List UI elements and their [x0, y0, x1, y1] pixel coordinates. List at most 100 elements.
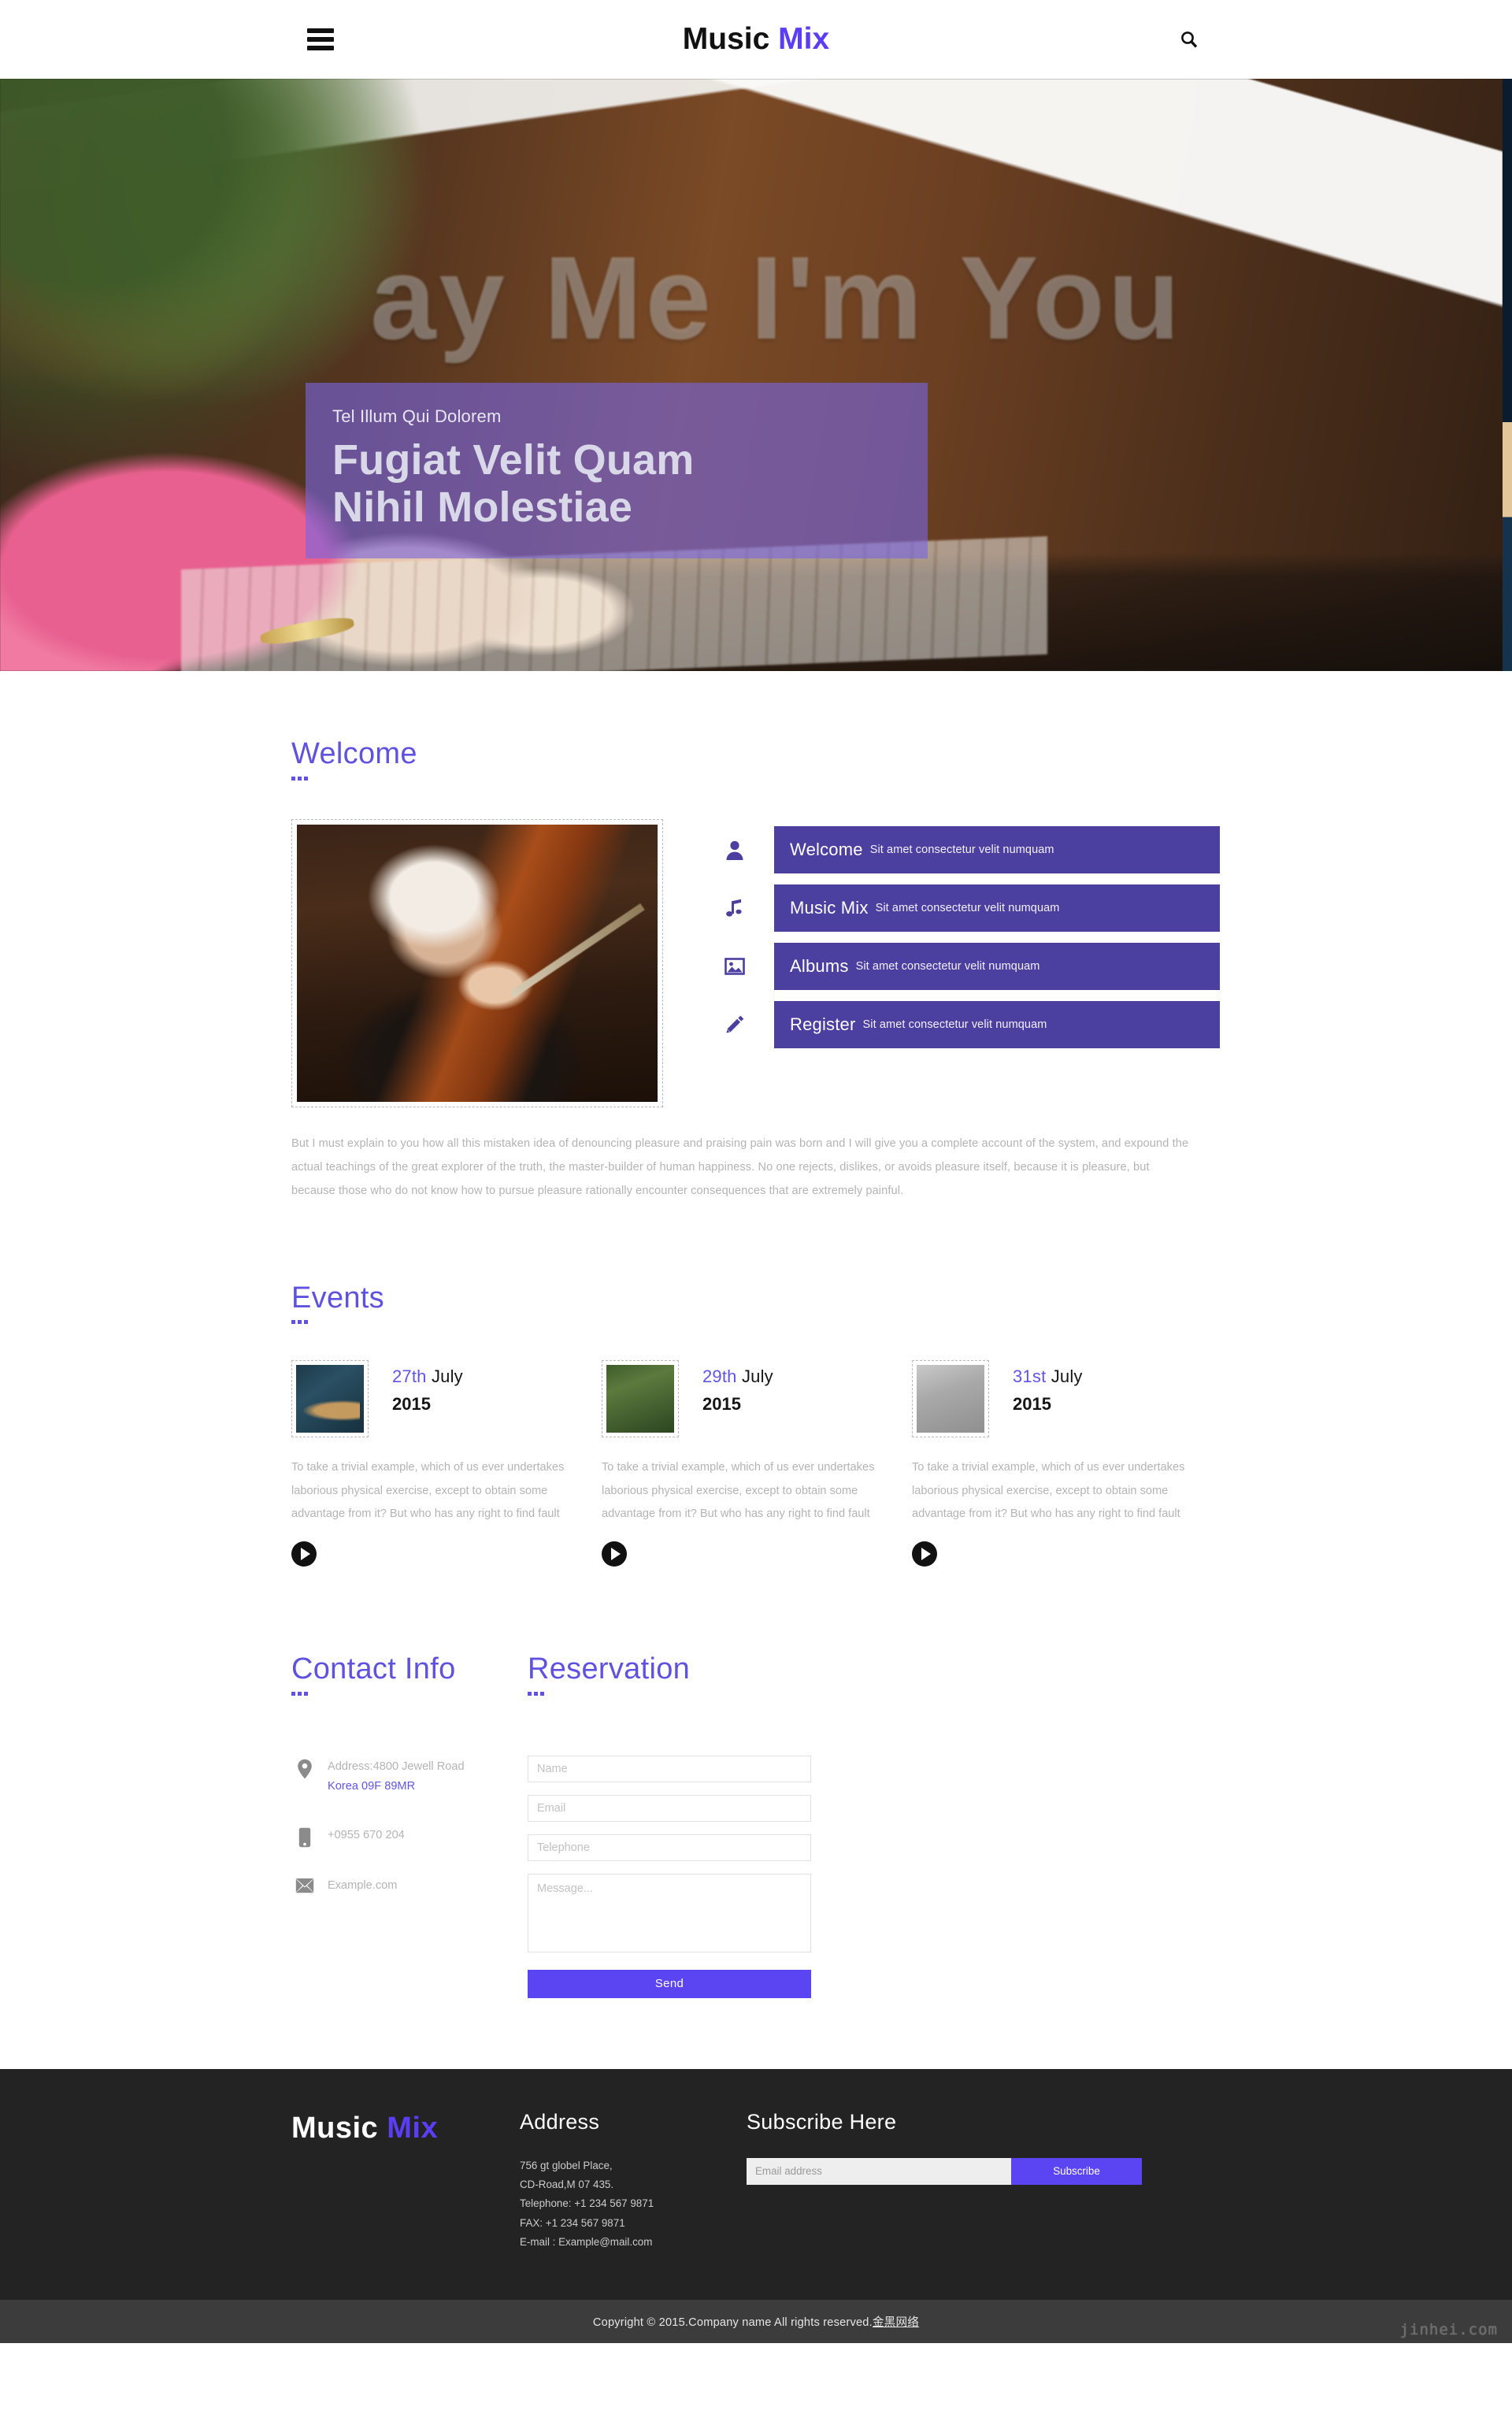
footer-address-title: Address	[520, 2109, 600, 2134]
welcome-content-row: Welcome Sit amet consectetur velit numqu…	[291, 818, 1221, 1107]
heading-dots-decoration	[291, 1691, 518, 1696]
site-logo[interactable]: Music Mix	[0, 0, 1512, 79]
event-description: To take a trivial example, which of us e…	[912, 1461, 1185, 1520]
contact-address-line-2[interactable]: Korea 09F 89MR	[328, 1777, 465, 1797]
contact-reservation-section: Contact Info Address:4800 Jewell Road Ko…	[291, 1567, 1221, 2069]
event-thumbnail	[296, 1365, 364, 1433]
event-description: To take a trivial example, which of us e…	[602, 1461, 875, 1520]
email-input[interactable]	[528, 1794, 811, 1822]
feature-item-welcome[interactable]: Welcome Sit amet consectetur velit numqu…	[695, 825, 1221, 874]
hero-title-line-2: Nihil Molestiae	[332, 484, 633, 532]
heading-dots-decoration	[291, 776, 1221, 781]
footer-address-block: Address 756 gt globel Place, CD-Road,M 0…	[520, 2110, 747, 2253]
event-thumbnail-frame[interactable]	[602, 1360, 679, 1438]
footer-inner: Music Mix Address 756 gt globel Place, C…	[291, 2110, 1221, 2253]
event-year: 2015	[1013, 1394, 1051, 1415]
play-icon[interactable]	[912, 1541, 937, 1567]
envelope-icon	[291, 1876, 318, 1893]
section-title: Contact Info	[291, 1652, 456, 1685]
feature-title: Register	[790, 1014, 856, 1034]
contact-phone: +0955 670 204	[328, 1828, 405, 1841]
copyright-bar: Copyright © 2015.Company name All rights…	[0, 2299, 1512, 2343]
feature-item-music-mix[interactable]: Music Mix Sit amet consectetur velit num…	[695, 883, 1221, 933]
reservation-column: Reservation Send	[528, 1652, 811, 1998]
feature-description: Sit amet consectetur velit numquam	[862, 1018, 1047, 1031]
welcome-paragraph: But I must explain to you how all this m…	[291, 1137, 1189, 1197]
section-title: Events	[291, 1281, 384, 1315]
image-icon	[695, 942, 774, 990]
welcome-section: Welcome Welcome Sit amet consectetur vel…	[291, 671, 1221, 1203]
event-day: 31st	[1013, 1366, 1047, 1387]
events-heading-block: Events	[291, 1281, 1221, 1325]
event-thumbnail-frame[interactable]	[291, 1360, 369, 1438]
guitarist-image	[296, 1365, 364, 1433]
map-pin-icon	[291, 1757, 318, 1779]
music-note-icon	[695, 884, 774, 932]
send-button[interactable]: Send	[528, 1969, 811, 1998]
event-year: 2015	[702, 1394, 741, 1415]
site-header: Music Mix	[0, 0, 1512, 79]
footer-address-lines: 756 gt globel Place, CD-Road,M 07 435. T…	[520, 2159, 654, 2249]
footer-subscribe-title: Subscribe Here	[747, 2109, 897, 2134]
event-day: 27th	[392, 1366, 427, 1387]
violinist-woman-image	[917, 1365, 984, 1433]
contact-address-row: Address:4800 Jewell Road Korea 09F 89MR	[291, 1757, 518, 1797]
section-title: Reservation	[528, 1652, 691, 1685]
events-section: Events 27th July 2015 To take a trivial …	[291, 1203, 1221, 1567]
contact-address-line-1: Address:4800 Jewell Road	[328, 1760, 465, 1773]
feature-description: Sit amet consectetur velit numquam	[875, 901, 1060, 914]
play-icon[interactable]	[291, 1541, 317, 1567]
contact-info-column: Contact Info Address:4800 Jewell Road Ko…	[291, 1652, 518, 1998]
hero-slider[interactable]: Tel Illum Qui Dolorem Fugiat Velit Quam …	[0, 79, 1512, 671]
copyright-link[interactable]: 金黑网络	[873, 2316, 919, 2329]
event-card: 29th July 2015 To take a trivial example…	[602, 1360, 901, 1567]
watermark: jinhei.com	[1399, 2320, 1498, 2338]
feature-list: Welcome Sit amet consectetur velit numqu…	[695, 819, 1221, 1107]
event-date: 27th July 2015	[392, 1360, 463, 1415]
logo-text-accent: Mix	[778, 22, 830, 56]
events-row: 27th July 2015 To take a trivial example…	[291, 1360, 1221, 1567]
reservation-form: Send	[528, 1755, 811, 1998]
event-header: 27th July 2015	[291, 1360, 591, 1438]
footer-logo-primary: Music	[291, 2111, 379, 2145]
footer-logo[interactable]: Music Mix	[291, 2110, 520, 2253]
contact-list: Address:4800 Jewell Road Korea 09F 89MR …	[291, 1757, 518, 1897]
user-icon	[695, 825, 774, 873]
contact-phone-row: +0955 670 204	[291, 1826, 518, 1848]
event-month: July	[1051, 1366, 1083, 1387]
subscribe-button[interactable]: Subscribe	[1011, 2157, 1142, 2185]
welcome-photo	[297, 824, 658, 1102]
play-icon[interactable]	[602, 1541, 627, 1567]
welcome-photo-frame	[291, 818, 663, 1107]
event-card: 31st July 2015 To take a trivial example…	[912, 1360, 1211, 1567]
search-icon[interactable]	[1173, 24, 1205, 55]
subscribe-email-input[interactable]	[747, 2157, 1011, 2185]
page-title: Welcome	[291, 737, 417, 770]
event-date: 31st July 2015	[1013, 1360, 1083, 1415]
feature-item-register[interactable]: Register Sit amet consectetur velit numq…	[695, 999, 1221, 1049]
event-header: 29th July 2015	[602, 1360, 901, 1438]
reservation-heading-block: Reservation	[528, 1652, 811, 1696]
hero-title-line-1: Fugiat Velit Quam	[332, 436, 695, 484]
bagpiper-image	[606, 1365, 674, 1433]
hero-slide-next-peek[interactable]	[1503, 79, 1512, 671]
event-thumbnail-frame[interactable]	[912, 1360, 989, 1438]
telephone-input[interactable]	[528, 1834, 811, 1861]
contact-email[interactable]: Example.com	[328, 1876, 397, 1897]
event-thumbnail	[606, 1365, 674, 1433]
feature-title: Welcome	[790, 839, 863, 859]
feature-title: Albums	[790, 955, 849, 976]
event-year: 2015	[392, 1394, 431, 1415]
site-footer: Music Mix Address 756 gt globel Place, C…	[0, 2068, 1512, 2300]
feature-description: Sit amet consectetur velit numquam	[855, 959, 1040, 973]
event-thumbnail	[917, 1365, 984, 1433]
event-date: 29th July 2015	[702, 1360, 773, 1415]
feature-title: Music Mix	[790, 897, 869, 918]
event-card: 27th July 2015 To take a trivial example…	[291, 1360, 591, 1567]
heading-dots-decoration	[528, 1691, 811, 1696]
name-input[interactable]	[528, 1755, 811, 1782]
message-textarea[interactable]	[528, 1873, 811, 1952]
logo-text-primary: Music	[682, 22, 770, 56]
feature-item-albums[interactable]: Albums Sit amet consectetur velit numqua…	[695, 941, 1221, 991]
hero-slide-active	[0, 79, 1503, 671]
